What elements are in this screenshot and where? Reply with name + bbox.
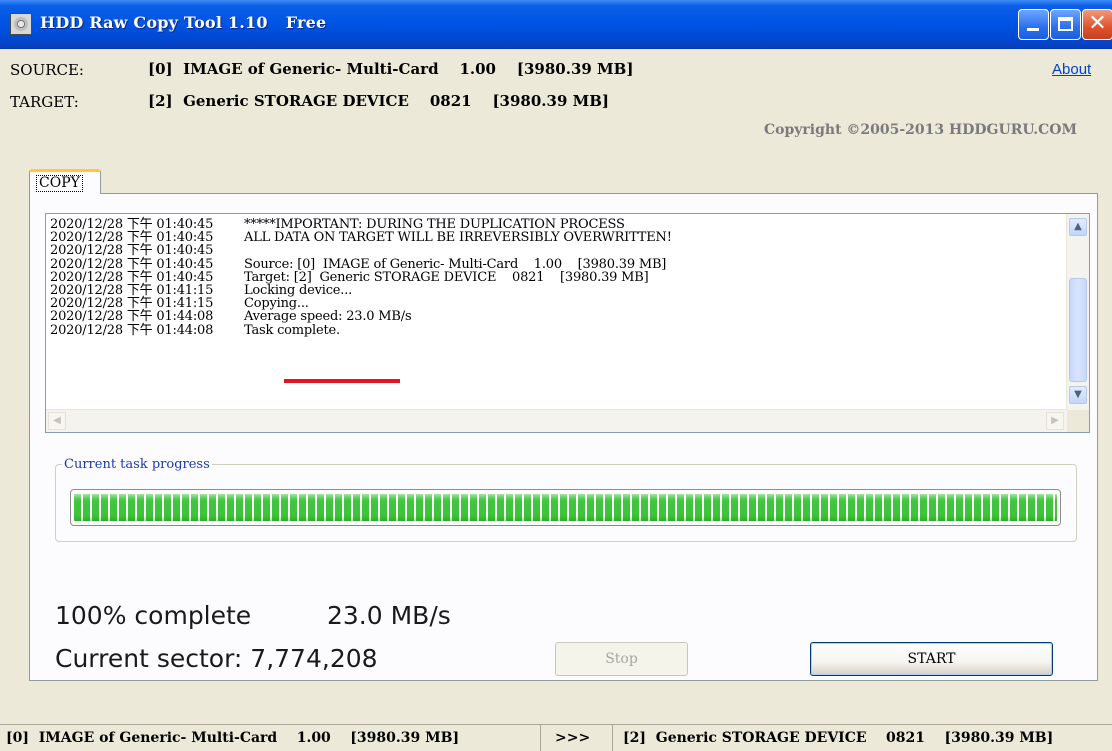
status-target: [2] Generic STORAGE DEVICE 0821 [3980.39… xyxy=(612,725,1112,751)
scroll-up-button[interactable]: ▲ xyxy=(1069,218,1087,236)
minimize-icon xyxy=(1027,28,1039,31)
vertical-scrollbar[interactable]: ▲ ▼ xyxy=(1066,214,1089,410)
percent-complete: 100% complete xyxy=(55,601,252,630)
log-time: 2020/12/28 下午 01:44:08 xyxy=(50,322,214,338)
chevron-up-icon: ▲ xyxy=(1074,221,1082,232)
chevron-right-icon: ▶ xyxy=(1051,415,1059,426)
window-title-text: HDD Raw Copy Tool 1.10 xyxy=(40,13,268,32)
scroll-down-button[interactable]: ▼ xyxy=(1069,386,1087,404)
log-message: Task complete. xyxy=(244,322,340,338)
status-bar: [0] IMAGE of Generic- Multi-Card 1.00 [3… xyxy=(0,724,1112,751)
copyright-text: Copyright ©2005-2013 HDDGURU.COM xyxy=(764,122,1077,138)
transfer-speed: 23.0 MB/s xyxy=(327,601,451,630)
source-label: SOURCE: xyxy=(10,61,84,79)
target-label: TARGET: xyxy=(10,93,79,111)
log-line: 2020/12/28 下午 01:44:08 Task complete. xyxy=(50,322,1060,338)
maximize-icon xyxy=(1058,17,1073,31)
log-message: ALL DATA ON TARGET WILL BE IRREVERSIBLY … xyxy=(244,230,672,246)
hdd-icon[interactable] xyxy=(10,13,32,35)
scroll-thumb[interactable] xyxy=(1069,278,1087,382)
minimize-button[interactable] xyxy=(1018,9,1049,40)
scroll-left-button[interactable]: ◀ xyxy=(48,412,66,430)
title-bar[interactable]: HDD Raw Copy Tool 1.10 Free ✕ xyxy=(0,0,1112,49)
log-time: 2020/12/28 下午 01:40:45 xyxy=(50,243,214,259)
edition-label: Free xyxy=(285,13,327,32)
progress-bar-fill xyxy=(74,494,1057,521)
chevron-left-icon: ◀ xyxy=(53,415,61,426)
log-line: 2020/12/28 下午 01:44:08 Average speed: 23.… xyxy=(50,310,1060,323)
close-icon: ✕ xyxy=(1088,11,1107,36)
tab-copy-label: COPY xyxy=(36,175,83,192)
start-button[interactable]: START xyxy=(810,642,1053,676)
log-time: 2020/12/28 下午 01:44:08 xyxy=(50,309,214,325)
status-arrow: >>> xyxy=(540,725,612,751)
progress-group-label: Current task progress xyxy=(62,457,212,472)
status-source: [0] IMAGE of Generic- Multi-Card 1.00 [3… xyxy=(6,730,460,746)
log-textarea[interactable]: 2020/12/28 下午 01:40:45 *****IMPORTANT: DU… xyxy=(45,213,1090,433)
progress-bar xyxy=(70,489,1061,526)
scrollbar-corner xyxy=(1067,410,1089,432)
log-line: 2020/12/28 下午 01:40:45 Target: [2] Generi… xyxy=(50,271,1060,284)
tab-copy[interactable]: COPY xyxy=(29,169,101,194)
app-window: HDD Raw Copy Tool 1.10 Free ✕ SOURCE: [0]… xyxy=(0,0,1112,751)
horizontal-scrollbar[interactable]: ◀ ▶ xyxy=(46,409,1067,432)
source-device: [0] IMAGE of Generic- Multi-Card 1.00 [3… xyxy=(148,60,634,78)
highlight-underline xyxy=(284,379,400,383)
scroll-right-button[interactable]: ▶ xyxy=(1046,412,1064,430)
close-button[interactable]: ✕ xyxy=(1082,9,1112,40)
target-device: [2] Generic STORAGE DEVICE 0821 [3980.39… xyxy=(148,92,610,110)
maximize-button[interactable] xyxy=(1050,9,1081,40)
window-title: HDD Raw Copy Tool 1.10 Free xyxy=(40,13,326,32)
chevron-down-icon: ▼ xyxy=(1074,389,1082,400)
current-sector: Current sector: 7,774,208 xyxy=(55,644,378,673)
log-lines: 2020/12/28 下午 01:40:45 *****IMPORTANT: DU… xyxy=(50,218,1060,337)
log-time: 2020/12/28 下午 01:40:45 xyxy=(50,256,214,272)
stop-button[interactable]: Stop xyxy=(555,642,688,676)
log-time: 2020/12/28 下午 01:40:45 xyxy=(50,269,214,285)
about-link[interactable]: About xyxy=(1052,61,1091,78)
